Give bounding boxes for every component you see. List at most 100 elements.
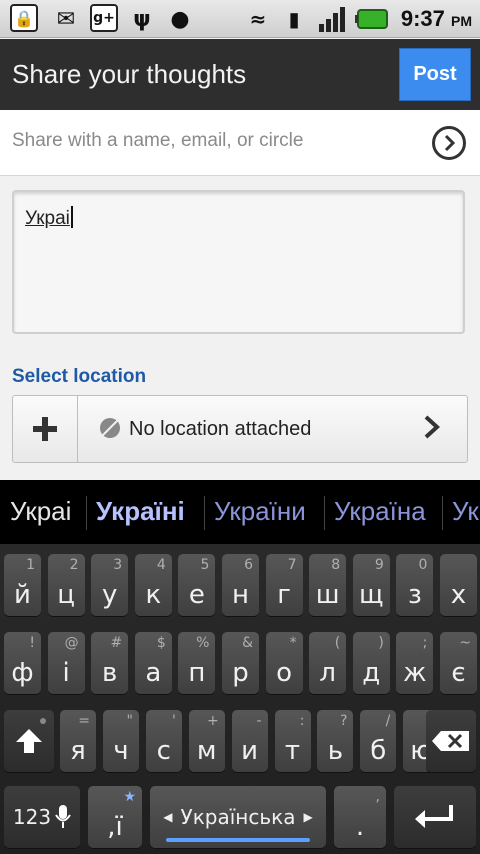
suggestion-divider — [204, 496, 205, 530]
period-key[interactable]: , . — [334, 786, 386, 848]
key-ж[interactable]: ; ж — [396, 632, 434, 694]
key-hint: ! — [29, 635, 35, 651]
key-и[interactable]: -и — [231, 710, 268, 772]
share-with-input[interactable]: Share with a name, email, or circle — [12, 130, 303, 152]
suggestion-divider — [324, 496, 325, 530]
key-ш[interactable]: 8ш — [309, 554, 347, 616]
key-hint: 8 — [331, 557, 341, 573]
suggestion-item[interactable]: Україні — [96, 496, 185, 527]
key-hint: : — [299, 713, 305, 729]
battery-icon — [354, 4, 390, 34]
key-hint: % — [196, 635, 210, 651]
key-hint: $ — [156, 635, 166, 651]
key-hint: 5 — [200, 557, 210, 573]
add-location-button[interactable] — [13, 396, 78, 462]
key-hint: + — [206, 713, 219, 729]
suggestion-item[interactable]: України — [214, 496, 306, 527]
suggestion-item[interactable]: Україна — [334, 496, 426, 527]
key-hint: # — [110, 635, 123, 651]
key-к[interactable]: 4к — [134, 554, 172, 616]
key-з[interactable]: 0з — [396, 554, 434, 616]
language-switch-key[interactable]: ◀ Українська ▶ — [150, 786, 326, 848]
location-status: No location attached — [129, 418, 312, 440]
key-е[interactable]: 5е — [178, 554, 216, 616]
key-label: п — [188, 658, 206, 688]
microphone-icon — [55, 805, 71, 828]
key-я[interactable]: = я — [60, 710, 96, 772]
key-hint: & — [242, 635, 253, 651]
post-button[interactable]: Post — [399, 48, 471, 101]
key-label: ф — [11, 658, 34, 688]
symbols-key[interactable]: 123 — [4, 786, 80, 848]
key-hint: 1 — [26, 557, 35, 573]
shift-icon — [16, 729, 42, 753]
key-hint: 2 — [69, 557, 79, 573]
key-о[interactable]: * о — [265, 632, 303, 694]
key-і[interactable]: @ і — [47, 632, 85, 694]
key-label: з — [407, 580, 422, 610]
key-hint: = — [78, 713, 90, 729]
suggestion-item[interactable]: Украі — [10, 496, 71, 527]
messages-icon: ✉ — [56, 6, 76, 32]
key-label: ь — [327, 736, 344, 766]
chevron-right-circle-icon[interactable] — [432, 126, 466, 160]
key-п[interactable]: % п — [178, 632, 216, 694]
key-ц[interactable]: 2ц — [47, 554, 85, 616]
key-т[interactable]: :т — [274, 710, 311, 772]
key-label: к — [145, 580, 162, 610]
chevron-right-icon[interactable] — [423, 414, 441, 447]
key-м[interactable]: + м — [188, 710, 225, 772]
key-label: щ — [359, 580, 384, 610]
key-label: р — [232, 658, 249, 688]
location-off-icon — [100, 418, 120, 438]
shift-key[interactable] — [4, 710, 54, 772]
key-label: г — [277, 580, 291, 610]
key-label: й — [14, 580, 31, 610]
key-ф[interactable]: ! ф — [4, 632, 41, 694]
share-with-row[interactable]: Share with a name, email, or circle — [0, 110, 480, 176]
android-debug-icon: ● — [170, 6, 190, 32]
key-н[interactable]: 6н — [222, 554, 259, 616]
key-label: м — [196, 736, 217, 766]
key-hint: ) — [378, 635, 384, 651]
key-х[interactable]: х — [440, 554, 477, 616]
key-label: і — [62, 658, 70, 688]
key-label: е — [188, 580, 205, 610]
key-щ[interactable]: 9щ — [352, 554, 390, 616]
suggestion-item[interactable]: Ук — [452, 496, 479, 527]
enter-key[interactable] — [394, 786, 476, 848]
compose-textarea[interactable]: Украі — [12, 190, 465, 334]
key-label: є — [451, 658, 466, 688]
key-hint: 0 — [418, 557, 428, 573]
key-hint: ~ — [459, 635, 471, 651]
key-є[interactable]: ~ є — [440, 632, 477, 694]
backspace-icon — [432, 731, 469, 751]
yi-key[interactable]: ★ ,ї — [88, 786, 142, 848]
clock: 9:37 PM — [400, 6, 472, 31]
usb-icon: ψ — [133, 6, 151, 32]
key-а[interactable]: $ а — [134, 632, 172, 694]
key-label: ч — [113, 736, 129, 766]
key-label: б — [370, 736, 387, 766]
suggestion-divider — [86, 496, 87, 530]
backspace-key[interactable] — [426, 710, 476, 772]
key-hint: 4 — [156, 557, 166, 573]
key-ч[interactable]: " ч — [102, 710, 139, 772]
key-label: о — [276, 658, 293, 688]
key-р[interactable]: & р — [222, 632, 259, 694]
key-у[interactable]: 3у — [91, 554, 129, 616]
key-hint: @ — [64, 635, 79, 651]
key-г[interactable]: 7г — [265, 554, 303, 616]
action-bar: Share your thoughts Post — [0, 39, 480, 110]
key-в[interactable]: # в — [91, 632, 129, 694]
key-й[interactable]: 1й — [4, 554, 41, 616]
key-б[interactable]: / б — [360, 710, 397, 772]
key-ь[interactable]: ? ь — [317, 710, 354, 772]
key-л[interactable]: (л — [309, 632, 347, 694]
key-hint: ' — [171, 713, 176, 729]
key-с[interactable]: ' с — [145, 710, 182, 772]
key-д[interactable]: ) д — [352, 632, 390, 694]
key-hint: / — [385, 713, 391, 729]
key-label: а — [145, 658, 162, 688]
location-row[interactable]: No location attached — [12, 395, 468, 463]
